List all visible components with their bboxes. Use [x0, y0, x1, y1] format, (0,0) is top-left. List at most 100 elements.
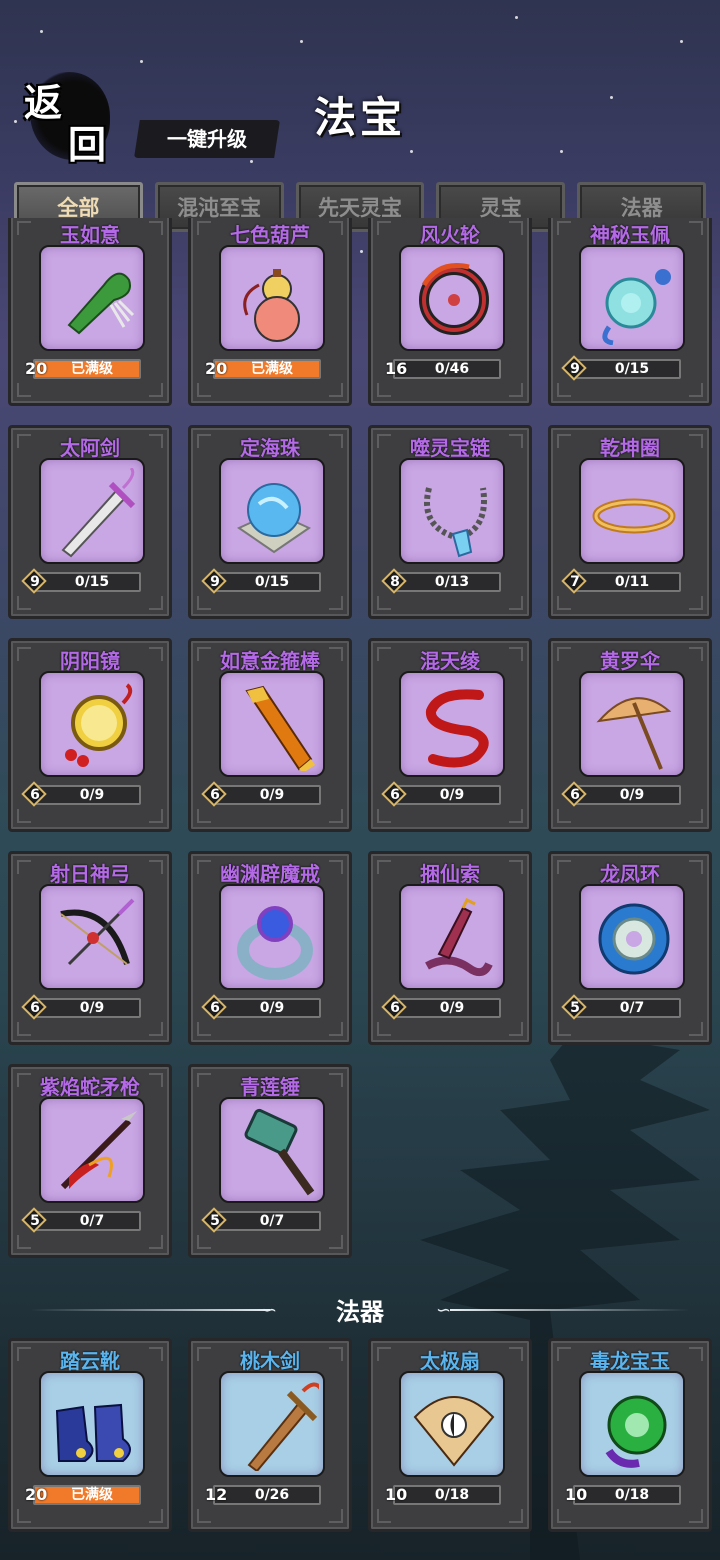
treasure-list[interactable]: 玉如意 已满级 20 七色葫芦 已满级 20 风火轮 0/46 16 神秘玉佩 … — [8, 218, 712, 1270]
treasure-card[interactable]: 乾坤圈 0/11 7 — [548, 425, 712, 619]
level-badge: 8 — [381, 568, 407, 594]
corner-ornament — [197, 596, 211, 610]
treasure-image — [219, 671, 325, 777]
pearl-icon — [236, 483, 312, 554]
corner-ornament — [557, 383, 571, 397]
treasure-name: 射日神弓 — [50, 862, 130, 886]
corner-ornament — [509, 1022, 523, 1036]
ring-icon — [237, 906, 313, 980]
golden-ring-icon — [592, 498, 676, 534]
treasure-image — [219, 245, 325, 351]
level-badge: 6 — [201, 994, 227, 1020]
artifact-card[interactable]: 踏云靴 已满级 20 — [8, 1338, 172, 1532]
treasure-image — [399, 671, 505, 777]
treasure-image — [39, 245, 145, 351]
treasure-card[interactable]: 幽渊辟魔戒 0/9 6 — [188, 851, 352, 1045]
artifact-name: 毒龙宝玉 — [590, 1349, 670, 1373]
treasure-image — [219, 458, 325, 564]
golden-staff-icon — [245, 685, 315, 771]
level-number: 6 — [210, 787, 220, 803]
progress-text: 已满级 — [71, 1487, 113, 1503]
artifact-card[interactable]: 太极扇 0/18 10 — [368, 1338, 532, 1532]
progress-text: 0/18 — [434, 1487, 470, 1503]
artifact-list[interactable]: 踏云靴 已满级 20 桃木剑 0/26 12 太极扇 0/18 10 毒龙宝玉 … — [8, 1338, 712, 1560]
treasure-card[interactable]: 阴阳镜 0/9 6 — [8, 638, 172, 832]
treasure-name: 捆仙索 — [420, 862, 480, 886]
level-badge: 20 — [23, 1483, 47, 1507]
artifact-card[interactable]: 毒龙宝玉 0/18 10 — [548, 1338, 712, 1532]
corner-ornament — [557, 809, 571, 823]
corner-ornament — [557, 596, 571, 610]
treasure-card[interactable]: 如意金箍棒 0/9 6 — [188, 638, 352, 832]
corner-ornament — [329, 1509, 343, 1523]
artifact-image — [579, 1371, 685, 1477]
artifact-name: 桃木剑 — [240, 1349, 300, 1373]
treasure-card[interactable]: 定海珠 0/15 9 — [188, 425, 352, 619]
divider-line-right — [450, 1309, 690, 1311]
corner-ornament — [149, 383, 163, 397]
treasure-image — [219, 1097, 325, 1203]
upgrade-progress-bar: 0/26 — [213, 1485, 321, 1505]
treasure-image — [39, 671, 145, 777]
level-number: 6 — [390, 1000, 400, 1016]
corner-ornament — [329, 383, 343, 397]
artifact-card[interactable]: 桃木剑 0/26 12 — [188, 1338, 352, 1532]
upgrade-progress-bar: 0/18 — [393, 1485, 501, 1505]
treasure-image — [579, 458, 685, 564]
corner-ornament — [689, 596, 703, 610]
treasure-card[interactable]: 噬灵宝链 0/13 8 — [368, 425, 532, 619]
treasure-card[interactable]: 捆仙索 0/9 6 — [368, 851, 532, 1045]
corner-ornament — [557, 1022, 571, 1036]
corner-ornament — [509, 596, 523, 610]
level-number: 20 — [25, 1485, 48, 1504]
treasure-image — [579, 245, 685, 351]
level-badge: 5 — [201, 1207, 227, 1233]
treasure-image — [579, 884, 685, 990]
upgrade-all-button[interactable]: 一键升级 — [134, 120, 280, 158]
level-badge: 6 — [21, 994, 47, 1020]
level-number: 9 — [210, 574, 220, 590]
level-badge: 16 — [383, 357, 407, 381]
corner-ornament — [689, 1509, 703, 1523]
progress-text: 已满级 — [251, 361, 293, 377]
level-number: 12 — [205, 1485, 228, 1504]
treasure-card[interactable]: 玉如意 已满级 20 — [8, 218, 172, 406]
necklace-icon — [424, 487, 487, 558]
treasure-card[interactable]: 风火轮 0/46 16 — [368, 218, 532, 406]
treasure-image — [399, 458, 505, 564]
artifact-image — [399, 1371, 505, 1477]
level-number: 10 — [565, 1485, 588, 1504]
treasure-name: 幽渊辟魔戒 — [220, 862, 320, 886]
treasure-card[interactable]: 混天绫 0/9 6 — [368, 638, 532, 832]
treasure-card[interactable]: 射日神弓 0/9 6 — [8, 851, 172, 1045]
corner-ornament — [149, 596, 163, 610]
treasure-card[interactable]: 黄罗伞 0/9 6 — [548, 638, 712, 832]
corner-ornament — [17, 383, 31, 397]
upgrade-progress-bar: 已满级 — [213, 359, 321, 379]
page-title: 法宝 — [313, 93, 406, 142]
treasure-card[interactable]: 七色葫芦 已满级 20 — [188, 218, 352, 406]
corner-ornament — [329, 1235, 343, 1249]
corner-ornament — [689, 809, 703, 823]
treasure-card[interactable]: 太阿剑 0/15 9 — [8, 425, 172, 619]
treasure-card[interactable]: 紫焰蛇矛枪 0/7 5 — [8, 1064, 172, 1258]
corner-ornament — [197, 1022, 211, 1036]
level-number: 20 — [205, 359, 228, 378]
level-number: 5 — [30, 1213, 40, 1229]
corner-ornament — [329, 1022, 343, 1036]
treasure-card[interactable]: 神秘玉佩 0/15 9 — [548, 218, 712, 406]
corner-ornament — [197, 1235, 211, 1249]
tab-bar-backdrop — [0, 170, 720, 238]
treasure-card[interactable]: 龙凤环 0/7 5 — [548, 851, 712, 1045]
artifact-name: 踏云靴 — [60, 1349, 120, 1373]
level-badge: 10 — [383, 1483, 407, 1507]
treasure-card[interactable]: 青莲锤 0/7 5 — [188, 1064, 352, 1258]
treasure-name: 紫焰蛇矛枪 — [40, 1075, 140, 1099]
treasure-image — [39, 1097, 145, 1203]
treasure-name: 龙凤环 — [600, 862, 660, 886]
wind-fire-wheel-icon — [419, 263, 489, 335]
corner-ornament — [149, 1509, 163, 1523]
level-number: 10 — [385, 1485, 408, 1504]
gourd-icon — [243, 269, 300, 342]
upgrade-progress-bar: 0/18 — [573, 1485, 681, 1505]
